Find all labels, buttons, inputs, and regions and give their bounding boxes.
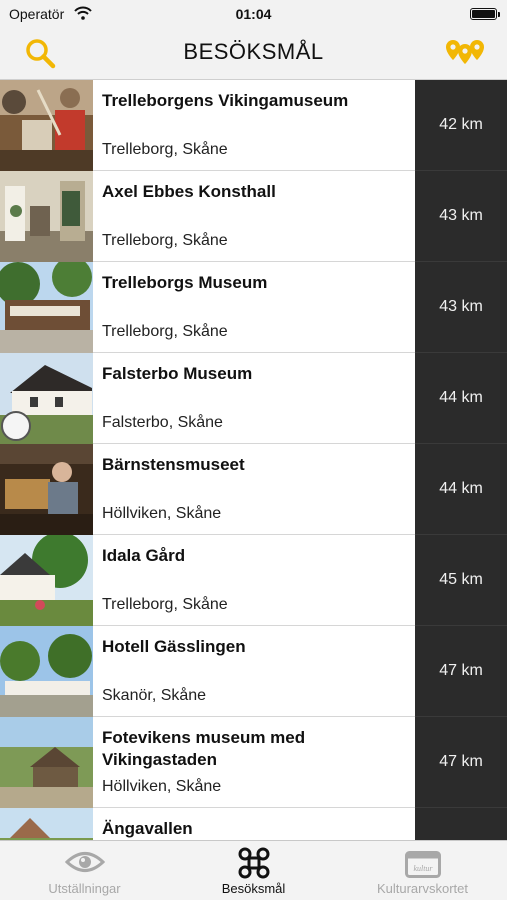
item-distance: 47 km <box>415 626 507 717</box>
item-location: Höllviken, Skåne <box>102 505 222 522</box>
tab-bar: Utställningar Besöksmål kultur Kulturarv… <box>0 840 507 900</box>
item-location: Trelleborg, Skåne <box>102 596 228 613</box>
item-name: Bärnstensmuseet <box>102 455 245 474</box>
item-distance: 45 km <box>415 535 507 626</box>
item-info: Idala Gård Trelleborg, Skåne <box>93 535 415 626</box>
item-name: Trelleborgens Vikingamuseum <box>102 91 349 110</box>
item-location: Trelleborg, Skåne <box>102 232 228 249</box>
eye-icon <box>64 852 105 872</box>
command-icon <box>238 847 269 879</box>
card-icon: kultur <box>404 851 441 878</box>
item-info: Hotell Gässlingen Skanör, Skåne <box>93 626 415 717</box>
item-info: Falsterbo Museum Falsterbo, Skåne <box>93 353 415 444</box>
status-bar: Operatör 01:04 <box>0 0 507 30</box>
tab-utstallningar[interactable]: Utställningar <box>0 841 169 900</box>
item-distance: 44 km <box>415 353 507 444</box>
attractions-list[interactable]: Trelleborgens Vikingamuseum Trelleborg, … <box>0 80 507 840</box>
item-name: Hotell Gässlingen <box>102 637 246 656</box>
list-item[interactable]: Falsterbo Museum Falsterbo, Skåne 44 km <box>0 353 507 444</box>
tab-besoksmal[interactable]: Besöksmål <box>169 841 338 900</box>
item-info: Ängavallen <box>93 808 415 840</box>
list-item[interactable]: Axel Ebbes Konsthall Trelleborg, Skåne 4… <box>0 171 507 262</box>
item-distance: 47 km <box>415 717 507 808</box>
item-photo <box>0 444 93 535</box>
item-photo <box>0 808 93 840</box>
item-name: Fotevikens museum med Vikingastaden <box>102 728 306 769</box>
list-item[interactable]: Bärnstensmuseet Höllviken, Skåne 44 km <box>0 444 507 535</box>
list-item[interactable]: Idala Gård Trelleborg, Skåne 45 km <box>0 535 507 626</box>
item-distance: 43 km <box>415 262 507 353</box>
item-distance: 44 km <box>415 444 507 535</box>
item-distance <box>415 808 507 840</box>
item-distance: 42 km <box>415 80 507 171</box>
nav-bar: BESÖKSMÅL <box>0 30 507 80</box>
item-photo <box>0 717 93 808</box>
list-item[interactable]: Trelleborgs Museum Trelleborg, Skåne 43 … <box>0 262 507 353</box>
item-name: Ängavallen <box>102 819 193 838</box>
item-info: Fotevikens museum med Vikingastaden Höll… <box>93 717 415 808</box>
map-pins-icon[interactable] <box>445 36 485 70</box>
tab-label: Utställningar <box>48 881 121 896</box>
list-item[interactable]: Hotell Gässlingen Skanör, Skåne 47 km <box>0 626 507 717</box>
tab-label: Besöksmål <box>221 881 286 896</box>
page-title: BESÖKSMÅL <box>183 39 324 64</box>
item-name: Trelleborgs Museum <box>102 273 268 292</box>
item-photo <box>0 80 93 171</box>
list-item[interactable]: Fotevikens museum med Vikingastaden Höll… <box>0 717 507 808</box>
clock: 01:04 <box>235 6 272 22</box>
item-photo <box>0 626 93 717</box>
tab-kulturarvskortet[interactable]: kultur Kulturarvskortet <box>338 841 507 900</box>
item-info: Trelleborgs Museum Trelleborg, Skåne <box>93 262 415 353</box>
item-name: Axel Ebbes Konsthall <box>102 182 276 201</box>
card-logo-text: kultur <box>413 864 433 873</box>
item-photo <box>0 353 93 444</box>
list-item[interactable]: Trelleborgens Vikingamuseum Trelleborg, … <box>0 80 507 171</box>
item-name: Falsterbo Museum <box>102 364 253 383</box>
item-distance: 43 km <box>415 171 507 262</box>
item-location: Skanör, Skåne <box>102 687 207 704</box>
item-location: Trelleborg, Skåne <box>102 323 228 340</box>
item-location: Höllviken, Skåne <box>102 778 222 795</box>
item-info: Bärnstensmuseet Höllviken, Skåne <box>93 444 415 535</box>
item-photo <box>0 535 93 626</box>
item-info: Axel Ebbes Konsthall Trelleborg, Skåne <box>93 171 415 262</box>
tab-label: Kulturarvskortet <box>376 881 469 896</box>
list-item[interactable]: Ängavallen <box>0 808 507 840</box>
battery-icon <box>470 8 500 20</box>
item-info: Trelleborgens Vikingamuseum Trelleborg, … <box>93 80 415 171</box>
item-location: Trelleborg, Skåne <box>102 141 228 158</box>
item-photo <box>0 171 93 262</box>
item-location: Falsterbo, Skåne <box>102 414 223 431</box>
item-name: Idala Gård <box>102 546 186 565</box>
item-photo <box>0 262 93 353</box>
